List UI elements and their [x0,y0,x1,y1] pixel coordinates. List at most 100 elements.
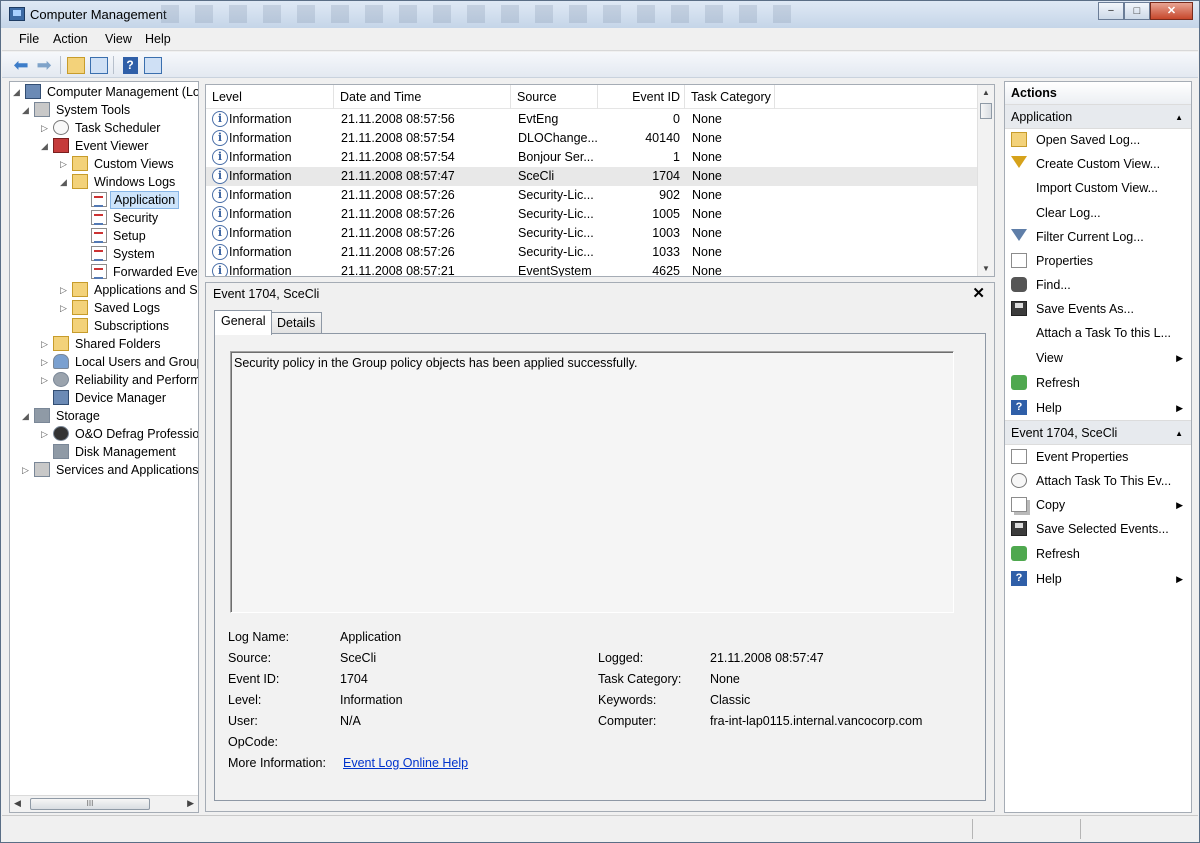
tree-collapse-icon[interactable]: ◢ [41,137,51,155]
tree-expand-icon[interactable]: ▷ [22,461,32,479]
actions-section-application[interactable]: Application ▲ [1005,104,1191,129]
tree-expand-icon[interactable]: ▷ [41,425,51,443]
action-properties[interactable]: Properties [1005,249,1191,273]
action-event-properties[interactable]: Event Properties [1005,445,1191,469]
menu-help[interactable]: Help [145,32,171,46]
column-header-date-time[interactable]: Date and Time [334,85,511,109]
tree-collapse-icon[interactable]: ◢ [13,83,23,101]
event-level: Information [229,131,292,145]
column-header-source[interactable]: Source [511,85,598,109]
event-row[interactable]: i Information 21.11.2008 08:57:26 Securi… [206,186,978,205]
tree-expand-icon[interactable]: ▷ [41,371,51,389]
computer-label: Computer: [598,714,657,728]
tree-collapse-icon[interactable]: ◢ [22,101,32,119]
event-row[interactable]: i Information 21.11.2008 08:57:26 Securi… [206,205,978,224]
menu-action[interactable]: Action [53,32,88,46]
tree-horizontal-scrollbar[interactable]: ◀ III ▶ [10,795,198,812]
action-save-events-as[interactable]: Save Events As... [1005,297,1191,321]
actions-section-event[interactable]: Event 1704, SceCli ▲ [1005,420,1191,445]
action-copy[interactable]: Copy ▶ [1005,493,1191,517]
scroll-up-icon[interactable]: ▲ [982,88,990,97]
show-hide-action-pane-icon[interactable] [143,55,163,75]
action-create-custom-view[interactable]: Create Custom View... [1005,152,1191,176]
user-label: User: [228,714,258,728]
tree-item-label: System Tools [56,103,131,117]
action-attach-task-to-event[interactable]: Attach Task To This Ev... [1005,469,1191,493]
show-hide-console-tree-icon[interactable] [89,55,109,75]
log-icon [91,264,107,279]
event-datetime: 21.11.2008 08:57:47 [341,169,455,183]
action-view[interactable]: View ▶ [1005,346,1191,370]
close-button[interactable]: ✕ [1150,2,1193,20]
tab-details[interactable]: Details [270,312,323,334]
event-row[interactable]: i Information 21.11.2008 08:57:54 Bonjou… [206,148,978,167]
menu-file[interactable]: File [19,32,39,46]
tree-expand-icon[interactable]: ▷ [41,353,51,371]
event-list-vertical-scrollbar[interactable]: ▲ ▼ [977,85,994,276]
event-source: Security-Lic... [518,226,594,240]
column-header-level[interactable]: Level [206,85,334,109]
event-row[interactable]: i Information 21.11.2008 08:57:21 EventS… [206,262,978,276]
action-refresh[interactable]: Refresh [1005,371,1191,395]
scroll-thumb[interactable] [980,103,992,119]
tree-item-label: Setup [113,229,146,243]
log-icon [91,246,107,261]
action-label: Attach a Task To this L... [1036,326,1172,340]
scroll-right-icon[interactable]: ▶ [187,798,194,809]
event-level: Information [229,188,292,202]
column-header-task-category[interactable]: Task Category [685,85,775,109]
information-icon: i [212,149,228,165]
console-tree: ◢ Computer Management (Local ◢ System To… [9,81,199,813]
tree-expand-icon[interactable]: ▷ [60,299,70,317]
event-log-online-help-link[interactable]: Event Log Online Help [343,756,468,770]
collapse-icon[interactable]: ▲ [1175,421,1183,446]
tree-expand-icon[interactable]: ▷ [60,281,70,299]
tree-expand-icon[interactable]: ▷ [41,335,51,353]
event-row[interactable]: i Information 21.11.2008 08:57:26 Securi… [206,243,978,262]
collapse-icon[interactable]: ▲ [1175,105,1183,130]
scroll-down-icon[interactable]: ▼ [982,264,990,273]
action-open-saved-log[interactable]: Open Saved Log... [1005,128,1191,152]
event-row[interactable]: i Information 21.11.2008 08:57:54 DLOCha… [206,129,978,148]
action-help[interactable]: ? Help ▶ [1005,396,1191,420]
level-label: Level: [228,693,262,707]
keywords-label: Keywords: [598,693,657,707]
tree-item-label: Local Users and Groups [75,355,199,369]
action-find[interactable]: Find... [1005,273,1191,297]
title-bar[interactable]: Computer Management − □ ✕ [1,1,1199,28]
up-folder-icon[interactable] [66,55,86,75]
event-category: None [692,131,722,145]
tree-expand-icon[interactable]: ▷ [60,155,70,173]
scroll-thumb[interactable]: III [30,798,150,810]
tree-collapse-icon[interactable]: ◢ [60,173,70,191]
tab-general[interactable]: General [214,310,273,335]
tree-expand-icon[interactable]: ▷ [41,119,51,137]
action-import-custom-view[interactable]: Import Custom View... [1005,176,1191,200]
maximize-button[interactable]: □ [1124,2,1150,20]
event-row[interactable]: i Information 21.11.2008 08:57:56 EvtEng… [206,110,978,129]
menu-view[interactable]: View [105,32,132,46]
action-save-selected-events[interactable]: Save Selected Events... [1005,517,1191,541]
action-help-event[interactable]: ? Help ▶ [1005,567,1191,591]
action-clear-log[interactable]: Clear Log... [1005,201,1191,225]
event-message-box[interactable]: Security policy in the Group policy obje… [230,351,954,613]
action-attach-task-to-log[interactable]: Attach a Task To this L... [1005,321,1191,345]
close-icon[interactable]: ✕ [972,284,985,302]
action-filter-current-log[interactable]: Filter Current Log... [1005,225,1191,249]
event-row-selected[interactable]: i Information 21.11.2008 08:57:47 SceCli… [206,167,978,186]
back-arrow-icon[interactable]: ⬅ [11,55,31,75]
minimize-button[interactable]: − [1098,2,1124,20]
action-refresh-event[interactable]: Refresh [1005,542,1191,566]
event-datetime: 21.11.2008 08:57:26 [341,188,455,202]
tree-collapse-icon[interactable]: ◢ [22,407,32,425]
scroll-left-icon[interactable]: ◀ [14,798,21,809]
column-header-event-id[interactable]: Event ID [598,85,685,109]
action-label: Open Saved Log... [1036,133,1141,147]
section-title: Event 1704, SceCli [1011,426,1118,440]
event-row[interactable]: i Information 21.11.2008 08:57:26 Securi… [206,224,978,243]
help-icon[interactable]: ? [120,55,140,75]
computer-management-window: Computer Management − □ ✕ File Action Vi… [0,0,1200,843]
log-icon [91,210,107,225]
information-icon: i [212,168,228,184]
forward-arrow-icon[interactable]: ➡ [34,55,54,75]
